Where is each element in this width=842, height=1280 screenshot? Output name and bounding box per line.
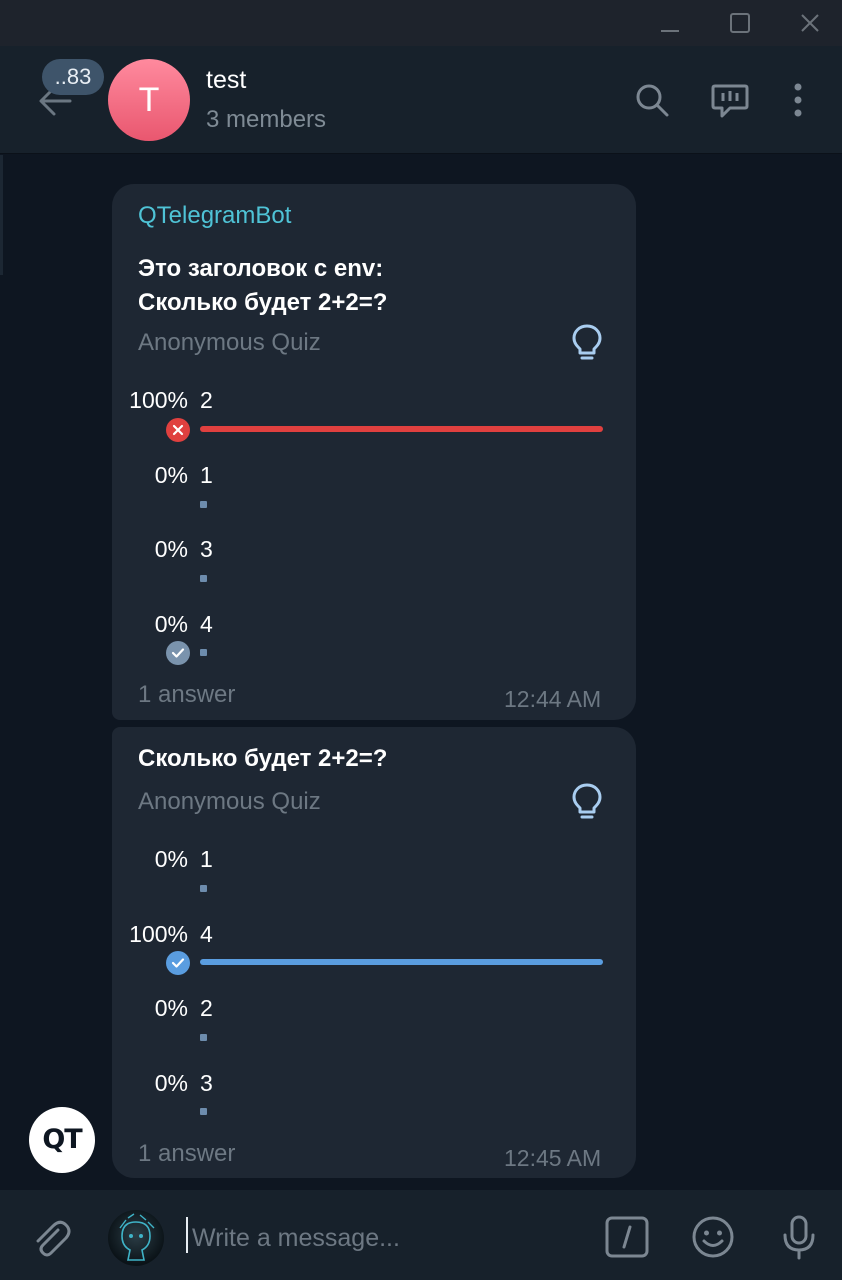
cross-icon (172, 424, 184, 436)
wrong-answer-mark (166, 418, 190, 442)
lightbulb-icon (572, 324, 602, 360)
window-titlebar (0, 0, 842, 46)
minimize-button[interactable] (652, 8, 688, 38)
chat-bubble-icon (711, 84, 749, 118)
option-percent: 0% (154, 995, 188, 1021)
correct-answer-mark (166, 641, 190, 665)
discussion-button[interactable] (708, 78, 752, 122)
option-percent: 100% (129, 921, 188, 947)
option-result-bar (200, 649, 207, 656)
option-result-bar (200, 426, 603, 432)
maximize-icon (730, 13, 750, 33)
text-cursor (186, 1217, 188, 1253)
minimize-icon (661, 30, 679, 32)
option-percent: 0% (154, 1070, 188, 1096)
option-percent: 0% (154, 536, 188, 562)
close-window-button[interactable] (792, 8, 828, 38)
answers-count[interactable]: 1 answer (138, 1140, 235, 1168)
option-result-bar (200, 1034, 207, 1041)
option-percent: 100% (129, 387, 188, 413)
sender-avatar[interactable]: QT (29, 1107, 95, 1173)
quiz-question: Сколько будет 2+2=? (138, 745, 388, 772)
option-label: 2 (200, 387, 213, 413)
check-icon (171, 958, 185, 968)
option-label: 4 (200, 611, 213, 637)
send-as-avatar[interactable] (108, 1210, 164, 1266)
search-icon (636, 84, 669, 117)
option-result-bar (200, 575, 207, 582)
option-label: 2 (200, 995, 213, 1021)
voice-message-button[interactable] (776, 1214, 822, 1260)
option-percent: 0% (154, 462, 188, 488)
explanation-button[interactable] (568, 781, 606, 821)
quiz-type-label: Anonymous Quiz (138, 329, 321, 356)
message-input[interactable] (192, 1218, 582, 1258)
chat-title[interactable]: test (206, 66, 246, 95)
smiley-icon (692, 1216, 734, 1258)
option-label: 3 (200, 1070, 213, 1096)
attach-button[interactable] (28, 1216, 72, 1260)
quiz-type-label: Anonymous Quiz (138, 788, 321, 815)
explanation-button[interactable] (568, 322, 606, 362)
option-label: 1 (200, 462, 213, 488)
quiz-question-line: Сколько будет 2+2=? (138, 289, 388, 316)
correct-answer-mark (166, 951, 190, 975)
close-icon (801, 14, 819, 32)
paperclip-icon (36, 1220, 71, 1257)
option-result-bar (200, 501, 207, 508)
user-avatar-icon (119, 1213, 155, 1261)
maximize-button[interactable] (722, 8, 758, 38)
scrollbar[interactable] (0, 155, 3, 275)
unread-count-badge: ..83 (42, 59, 104, 95)
message-time: 12:45 AM (504, 1145, 602, 1171)
lightbulb-icon (572, 783, 602, 819)
more-vertical-icon (794, 83, 802, 117)
option-result-bar (200, 885, 207, 892)
chat-members-count: 3 members (206, 106, 327, 133)
more-menu-button[interactable] (778, 78, 822, 122)
search-button[interactable] (630, 78, 674, 122)
answers-count[interactable]: 1 answer (138, 681, 235, 709)
chat-avatar[interactable]: T (108, 59, 190, 141)
message-time: 12:44 AM (504, 686, 602, 712)
option-percent: 0% (154, 846, 188, 872)
sender-name[interactable]: QTelegramBot (138, 202, 291, 230)
bot-commands-button[interactable] (604, 1214, 650, 1260)
option-result-bar (200, 1108, 207, 1115)
option-result-bar (200, 959, 603, 965)
slash-command-icon (605, 1216, 649, 1258)
option-label: 3 (200, 536, 213, 562)
quiz-question-line: Это заголовок с env: (138, 255, 384, 282)
option-percent: 0% (154, 611, 188, 637)
microphone-icon (783, 1215, 815, 1260)
check-icon (171, 648, 185, 658)
emoji-button[interactable] (690, 1214, 736, 1260)
option-label: 4 (200, 921, 213, 947)
option-label: 1 (200, 846, 213, 872)
